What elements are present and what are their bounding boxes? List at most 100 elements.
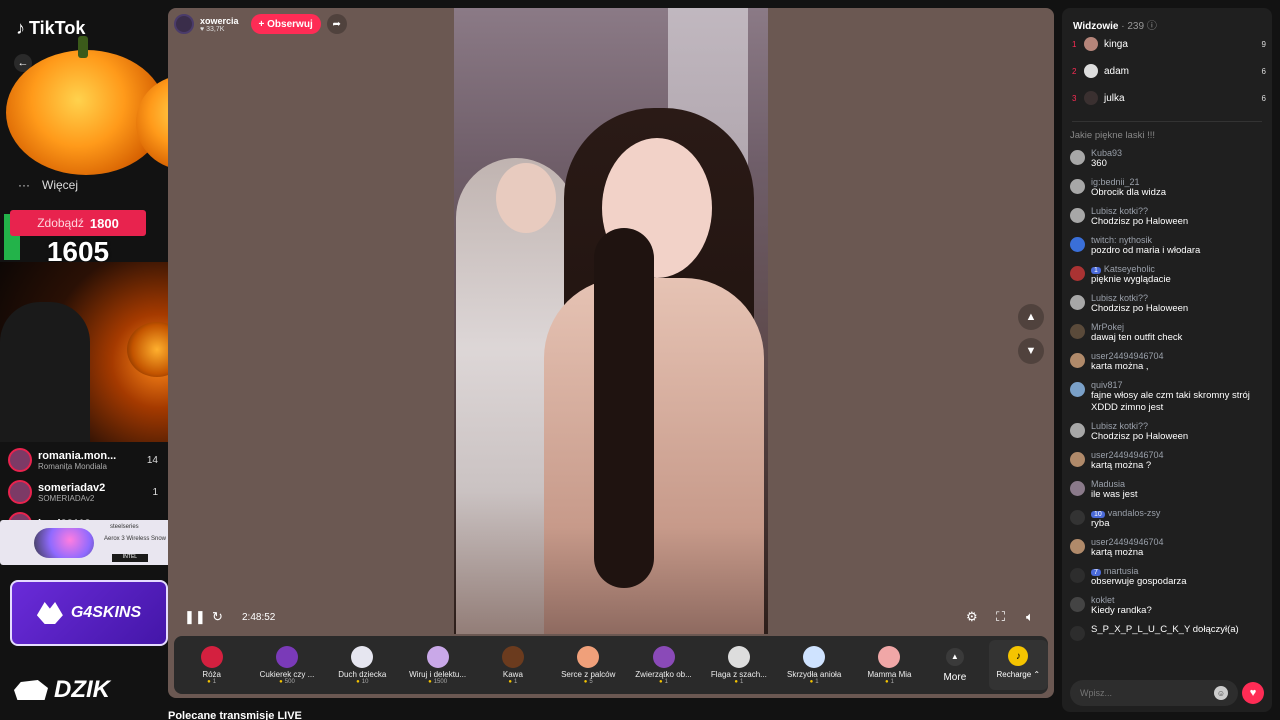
wolf-icon xyxy=(36,602,63,624)
top-viewer-row[interactable]: 1 kinga 9 xyxy=(1072,34,1266,54)
message-user[interactable]: Katseyeholic xyxy=(1104,264,1155,274)
tiktok-live-page: ♪ TikTok ← ··· Więcej Zdobądź 1800 1605 xyxy=(0,0,1280,720)
mamma-mia-icon xyxy=(878,645,901,668)
previous-stream-chevron-up-icon[interactable]: ▲ xyxy=(1018,304,1044,330)
gift-item[interactable]: Zwierzątko ob... 1 xyxy=(626,645,701,685)
message-text: Kiedy randka? xyxy=(1091,605,1152,616)
message-text: Obrocik dla widza xyxy=(1091,187,1166,198)
host-avatar[interactable] xyxy=(174,14,194,34)
avatar xyxy=(1070,150,1085,165)
avatar xyxy=(8,448,32,472)
gift-name: Zwierzątko ob... xyxy=(635,669,692,679)
gift-item[interactable]: Wiruj i delektu... 1500 xyxy=(400,645,475,685)
gift-name: Mamma Mia xyxy=(867,669,912,679)
pet-icon xyxy=(652,645,675,668)
message-user[interactable]: Kuba93 xyxy=(1091,148,1122,158)
message-user[interactable]: S_P_X_P_L_U_C_K_Y xyxy=(1091,624,1190,635)
chat-input[interactable] xyxy=(1070,680,1238,706)
avatar xyxy=(1070,597,1085,612)
viewers-count: 239 xyxy=(1127,21,1145,32)
video-stream[interactable] xyxy=(454,8,768,634)
volume-icon[interactable]: 🔈︎ xyxy=(1026,609,1034,625)
gift-item[interactable]: Serce z palców 5 xyxy=(551,645,626,685)
follow-button[interactable]: + Obserwuj xyxy=(250,14,321,34)
message-text: ile was jest xyxy=(1091,489,1138,500)
chat-message: MrPokej dawaj ten outfit check xyxy=(1070,322,1266,344)
emoji-icon[interactable]: ☺ xyxy=(1214,686,1228,700)
gift-item[interactable]: Cukierek czy ... 500 xyxy=(249,645,324,685)
host-name[interactable]: xowercia xyxy=(200,16,239,26)
rank-count: 1 xyxy=(152,486,158,498)
gift-price: 1 xyxy=(701,679,776,685)
message-user[interactable]: Madusia xyxy=(1091,479,1137,489)
person-foreground-hair-front xyxy=(594,228,654,588)
gift-price: 1 xyxy=(777,679,852,685)
message-user[interactable]: Lubisz kotki?? xyxy=(1091,206,1188,216)
message-text: Chodzisz po Haloween xyxy=(1091,431,1189,442)
gift-item[interactable]: Róża 1 xyxy=(174,645,249,685)
dzik-logo-overlay: DZIK xyxy=(14,676,110,704)
chat-message: Lubisz kotki?? Chodzisz po Haloween xyxy=(1070,206,1266,228)
gift-item[interactable]: Duch dziecka 10 xyxy=(325,645,400,685)
avatar xyxy=(1070,382,1085,397)
message-user[interactable]: martusia xyxy=(1104,566,1139,576)
gift-bar: Róża 1 Cukierek czy ... 500 Duch dziecka… xyxy=(174,636,1049,694)
avatar xyxy=(1070,423,1085,438)
message-user[interactable]: user24494946704 xyxy=(1091,537,1164,547)
chat-message: Kuba93 360 xyxy=(1070,148,1266,170)
recharge-button[interactable]: ♪ Recharge ⌃ xyxy=(988,640,1049,690)
goal-header: Zdobądź 1800 xyxy=(10,210,146,236)
top-viewer-row[interactable]: 3 julka 6 xyxy=(1072,88,1266,108)
chat-message: user24494946704 karta można , xyxy=(1070,351,1266,373)
ghost-icon xyxy=(351,645,374,668)
message-user[interactable]: koklet xyxy=(1091,595,1152,605)
sidebar-item-more[interactable]: ··· Więcej xyxy=(18,178,78,192)
message-user[interactable]: MrPokej xyxy=(1091,322,1182,332)
host-likes-value: 33,7K xyxy=(206,25,225,33)
gift-item[interactable]: Mamma Mia 1 xyxy=(852,645,927,685)
gift-item[interactable]: Kawa 1 xyxy=(475,645,550,685)
ad-product: Aerox 3 Wireless Snow xyxy=(103,536,167,542)
gift-price: 1 xyxy=(852,679,927,685)
gift-item[interactable]: Flaga z szach... 1 xyxy=(701,645,776,685)
boar-icon xyxy=(14,680,48,700)
message-text: Jakie piękne laski !!! xyxy=(1070,130,1156,141)
gift-item[interactable]: Skrzydła anioła 1 xyxy=(777,645,852,685)
refresh-icon[interactable]: ↻ xyxy=(212,609,223,625)
gift-name: Wiruj i delektu... xyxy=(409,669,467,679)
next-stream-chevron-down-icon[interactable]: ▼ xyxy=(1018,338,1044,364)
viewer-name: julka xyxy=(1104,92,1125,104)
message-user[interactable]: user24494946704 xyxy=(1091,450,1164,460)
message-user[interactable]: vandalos-zsy xyxy=(1108,508,1161,518)
viewer-name: kinga xyxy=(1104,38,1128,50)
message-user[interactable]: quiv817 xyxy=(1091,380,1266,390)
chat-message: Lubisz kotki?? Chodzisz po Haloween xyxy=(1070,293,1266,315)
rank-name: romania.mon... xyxy=(38,449,117,462)
more-gifts-button[interactable]: ▲ More xyxy=(927,647,982,683)
help-icon[interactable]: ⓘ xyxy=(1147,21,1157,32)
settings-gear-icon[interactable]: ⚙ xyxy=(966,609,978,625)
top-viewer-row[interactable]: 2 adam 6 xyxy=(1072,61,1266,81)
message-user[interactable]: twitch: nythosik xyxy=(1091,235,1200,245)
pause-icon[interactable]: ❚❚ xyxy=(184,609,206,625)
message-text: obserwuje gospodarza xyxy=(1091,576,1187,587)
share-icon[interactable]: ➦ xyxy=(326,14,347,34)
message-user[interactable]: ig:bednii_21 xyxy=(1091,177,1166,187)
like-heart-icon[interactable]: ♥ xyxy=(1242,682,1264,704)
fullscreen-icon[interactable]: ⛶ xyxy=(996,609,1005,625)
message-user[interactable]: Lubisz kotki?? xyxy=(1091,293,1188,303)
goal-target: 1800 xyxy=(89,215,119,231)
live-player: xowercia ♥ 33,7K + Obserwuj ➦ ▲ ▼ ❚❚ ↻ 2… xyxy=(168,8,1054,698)
gift-name: Flaga z szach... xyxy=(710,669,767,679)
stream-duration: 2:48:52 xyxy=(242,611,276,623)
message-text: Chodzisz po Haloween xyxy=(1091,303,1189,314)
gift-price: 5 xyxy=(551,679,626,685)
message-user[interactable]: Lubisz kotki?? xyxy=(1091,421,1188,431)
message-user[interactable]: user24494946704 xyxy=(1091,351,1164,361)
list-item[interactable]: someriadav2 SOMERIADAv2 1 xyxy=(8,476,158,508)
fan-badge: 1 xyxy=(1091,267,1101,274)
list-item[interactable]: romania.mon... Romanița Mondiala 14 xyxy=(8,444,158,476)
gift-price: 1 xyxy=(475,679,550,685)
chat-message: user24494946704 kartą można xyxy=(1070,537,1266,559)
chat-message: 7 martusia obserwuje gospodarza xyxy=(1070,566,1266,588)
